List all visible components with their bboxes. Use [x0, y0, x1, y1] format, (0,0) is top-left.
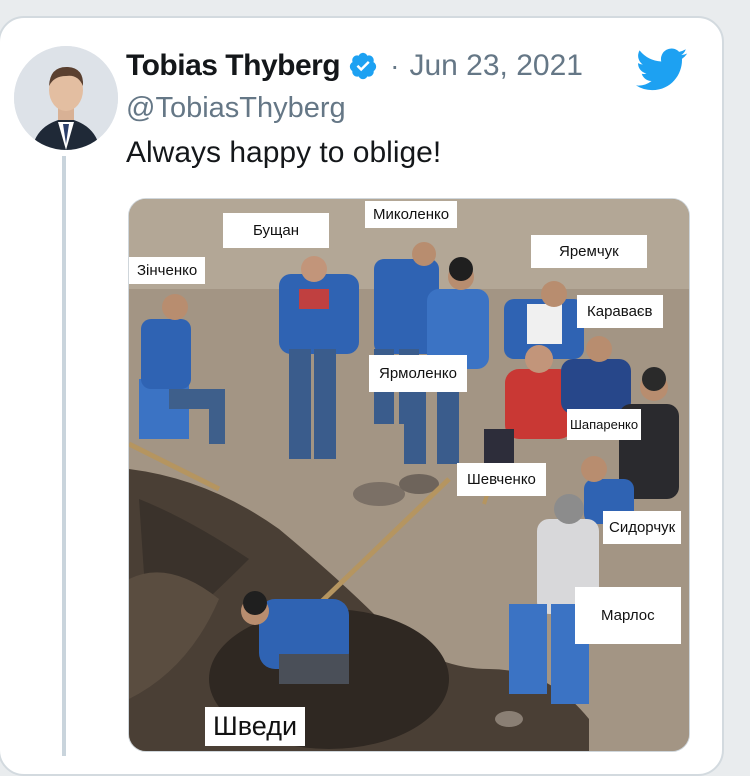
- author-handle[interactable]: @TobiasThyberg: [126, 92, 346, 125]
- label-shvedy: Шведи: [205, 707, 306, 746]
- author-name[interactable]: Tobias Thyberg: [126, 49, 341, 83]
- twitter-bird-icon[interactable]: [636, 48, 688, 92]
- label-shaparenko: Шапаренко: [567, 409, 642, 440]
- label-mykolenko: Миколенко: [365, 201, 458, 228]
- label-yaremchuk: Яремчук: [531, 235, 647, 268]
- label-zinchenko: Зінченко: [129, 257, 206, 284]
- label-yarmolenko: Ярмоленко: [369, 355, 467, 392]
- thread-line: [62, 156, 66, 756]
- label-bushchan: Бущан: [223, 213, 329, 248]
- label-karavaiev: Караваєв: [577, 295, 663, 328]
- verified-badge-icon: [350, 52, 377, 80]
- tweet-date[interactable]: Jun 23, 2021: [409, 49, 582, 83]
- tweet-header: Tobias Thyberg · Jun 23, 2021: [126, 44, 583, 88]
- label-sydorchuk: Сидорчук: [603, 511, 682, 544]
- tweet-image[interactable]: Зінченко Бущан Миколенко Яремчук Караває…: [128, 198, 690, 752]
- label-marlos: Марлос: [575, 587, 681, 644]
- tweet-text: Always happy to oblige!: [126, 136, 442, 169]
- avatar-image: [14, 46, 118, 150]
- label-shevchenko: Шевченко: [457, 463, 546, 496]
- workers-photo: [129, 199, 689, 751]
- header-separator: ·: [390, 50, 400, 81]
- avatar[interactable]: [14, 46, 118, 150]
